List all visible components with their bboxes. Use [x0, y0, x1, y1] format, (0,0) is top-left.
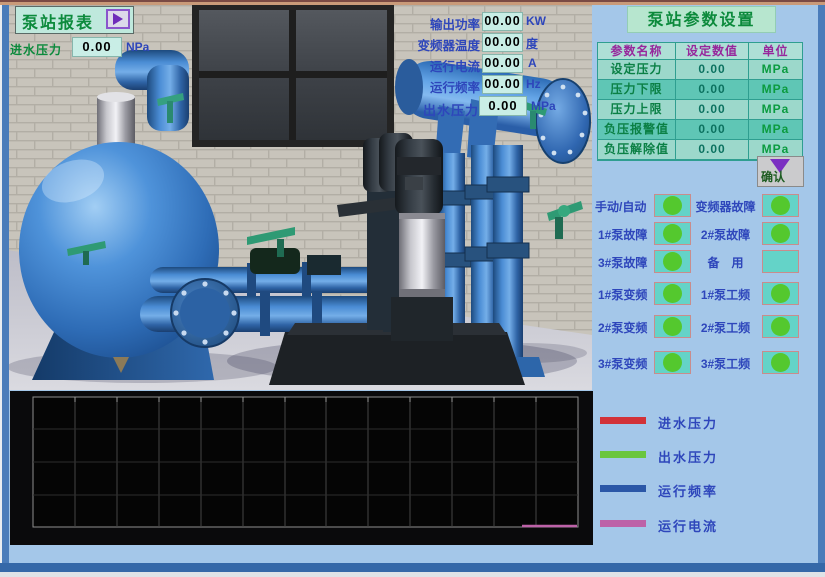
led-icon — [663, 224, 682, 243]
legend-label: 运行电流 — [658, 516, 718, 535]
param-value[interactable]: 0.00 — [676, 120, 749, 140]
status-label: 手动/自动 — [595, 198, 655, 215]
col-header-unit: 单位 — [749, 43, 802, 60]
metric-value: 00.00 — [482, 33, 523, 52]
param-name: 负压报警值 — [598, 120, 676, 140]
status-indicator — [762, 222, 799, 245]
param-unit: MPa — [749, 100, 802, 120]
status-label: 2#泵故障 — [690, 226, 761, 243]
param-value[interactable]: 0.00 — [676, 140, 749, 160]
param-unit: MPa — [749, 120, 802, 140]
settings-panel-title: 泵站参数设置 — [627, 6, 776, 33]
confirm-button[interactable]: 确认 — [757, 156, 804, 187]
frame-border-bottom — [0, 563, 825, 572]
outlet-pressure-label: 出水压力 — [423, 100, 479, 119]
status-label: 3#泵工频 — [690, 355, 761, 372]
status-indicator — [762, 351, 799, 374]
legend-swatch-outlet — [600, 451, 646, 458]
metric-unit: A — [528, 56, 537, 70]
status-label: 变频器故障 — [690, 198, 761, 215]
metric-value: 00.00 — [482, 12, 523, 31]
legend-label: 进水压力 — [658, 413, 718, 432]
status-indicator — [654, 250, 691, 273]
status-indicator — [762, 194, 799, 217]
led-icon — [771, 224, 790, 243]
report-button[interactable]: 泵站报表 — [15, 6, 134, 34]
status-label: 备 用 — [690, 254, 761, 271]
led-icon — [663, 284, 682, 303]
col-header-name: 参数名称 — [598, 43, 676, 60]
metric-unit: 度 — [526, 35, 538, 52]
status-label: 2#泵变频 — [598, 319, 658, 336]
settings-table: 参数名称 设定数值 单位 设定压力 0.00 MPa 压力下限 0.00 MPa… — [597, 42, 803, 161]
led-icon — [771, 353, 790, 372]
outlet-pressure-unit: MPa — [531, 99, 556, 113]
status-indicator — [654, 282, 691, 305]
report-play-button[interactable] — [106, 9, 130, 29]
param-value[interactable]: 0.00 — [676, 60, 749, 80]
param-name: 负压解除值 — [598, 140, 676, 160]
legend-swatch-frequency — [600, 485, 646, 492]
param-value[interactable]: 0.00 — [676, 80, 749, 100]
status-label: 3#泵故障 — [598, 254, 658, 271]
metric-value: 00.00 — [482, 54, 523, 73]
outlet-pressure-value: 0.00 — [479, 96, 527, 116]
frame-edge-bottom — [0, 572, 825, 577]
trend-chart-grid — [10, 391, 593, 545]
led-icon — [663, 196, 682, 215]
legend-swatch-current — [600, 520, 646, 527]
param-unit: MPa — [749, 80, 802, 100]
metric-label: 运行频率 — [398, 77, 480, 96]
status-indicator — [654, 351, 691, 374]
metric-unit: KW — [526, 14, 546, 28]
status-indicator — [762, 315, 799, 338]
status-indicator — [762, 250, 799, 273]
led-icon — [663, 353, 682, 372]
legend-item: 出水压力 — [600, 447, 770, 463]
legend-label: 运行频率 — [658, 481, 718, 500]
confirm-button-label: 确认 — [761, 168, 785, 185]
status-label: 3#泵变频 — [598, 355, 658, 372]
inlet-pressure-value: 0.00 — [72, 37, 122, 57]
metric-label: 运行电流 — [398, 56, 480, 75]
status-indicator — [654, 194, 691, 217]
trend-chart — [10, 391, 593, 545]
param-name: 设定压力 — [598, 60, 676, 80]
pressure-tank — [19, 142, 219, 380]
play-icon — [113, 13, 123, 25]
pump-station-hmi: 泵站报表 进水压力 0.00 NPa 输出功率 00.00 KW 变频器温度 0… — [0, 0, 825, 577]
status-label: 1#泵故障 — [598, 226, 658, 243]
led-icon — [663, 317, 682, 336]
param-name: 压力下限 — [598, 80, 676, 100]
param-name: 压力上限 — [598, 100, 676, 120]
led-icon — [771, 284, 790, 303]
legend-item: 运行电流 — [600, 516, 770, 532]
inlet-pressure-label: 进水压力 — [10, 41, 62, 58]
led-icon — [771, 196, 790, 215]
window — [192, 5, 394, 147]
metric-value: 00.00 — [482, 75, 523, 94]
legend-item: 运行频率 — [600, 481, 770, 497]
frame-border-right — [818, 5, 825, 565]
frame-border-left — [0, 5, 9, 565]
col-header-value: 设定数值 — [676, 43, 749, 60]
metric-unit: Hz — [526, 77, 541, 91]
status-label: 1#泵变频 — [598, 286, 658, 303]
metric-label: 输出功率 — [398, 14, 480, 33]
status-label: 2#泵工频 — [690, 319, 761, 336]
inlet-pressure-unit: NPa — [126, 40, 149, 54]
legend-label: 出水压力 — [658, 447, 718, 466]
status-indicator — [762, 282, 799, 305]
status-indicator — [654, 222, 691, 245]
report-button-label: 泵站报表 — [22, 9, 94, 33]
legend-swatch-inlet — [600, 417, 646, 424]
status-indicator — [654, 315, 691, 338]
led-icon — [663, 252, 682, 271]
legend-item: 进水压力 — [600, 413, 770, 429]
metric-label: 变频器温度 — [398, 35, 480, 54]
status-label: 1#泵工频 — [690, 286, 761, 303]
led-icon — [771, 317, 790, 336]
param-value[interactable]: 0.00 — [676, 100, 749, 120]
param-unit: MPa — [749, 60, 802, 80]
